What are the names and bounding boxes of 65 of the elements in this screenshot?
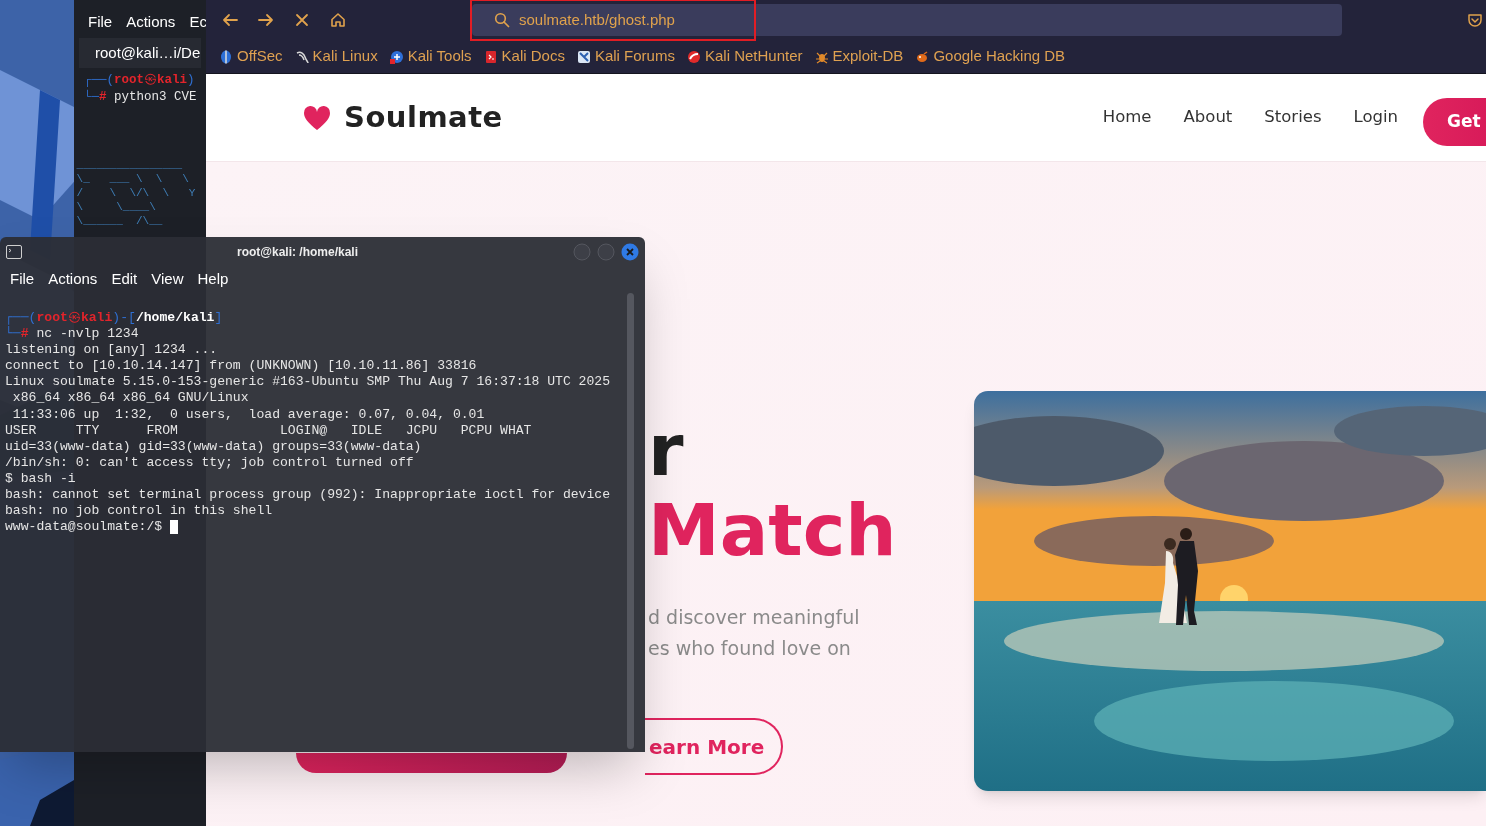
menu-item[interactable]: View bbox=[151, 267, 184, 291]
search-icon bbox=[494, 12, 510, 28]
home-icon[interactable] bbox=[329, 11, 347, 29]
menu-item[interactable]: Ec bbox=[189, 10, 206, 34]
nav-link[interactable]: Stories bbox=[1264, 105, 1322, 130]
menu-item[interactable]: Edit bbox=[111, 267, 138, 291]
bookmark-link[interactable]: Kali Docs bbox=[482, 45, 566, 68]
pocket-icon[interactable] bbox=[1467, 12, 1483, 28]
menu-item[interactable]: File bbox=[10, 267, 35, 291]
nav-link[interactable]: Login bbox=[1353, 105, 1398, 130]
terminal-line: listening on [any] 1234 ... bbox=[5, 342, 219, 359]
heart-icon bbox=[303, 104, 331, 131]
back-icon[interactable] bbox=[221, 11, 239, 29]
hero-text: d discover meaningful bbox=[648, 605, 860, 630]
bookmark-link[interactable]: Exploit-DB bbox=[813, 45, 905, 68]
hero-text: es who found love on bbox=[648, 636, 851, 661]
ascii-art-line: \_ ___ \ \ \ bbox=[75, 172, 190, 186]
terminal-line: $ bash -i bbox=[5, 470, 77, 488]
terminal-line: /bin/sh: 0: can't access tty; job control turned off bbox=[5, 454, 415, 471]
terminal-line: bash: no job control in this shell bbox=[5, 503, 274, 520]
terminal-line: Linux soulmate 5.15.0-153-generic #163-Ubuntu SMP Thu Aug 7 16:37:18 UTC 2025 bbox=[5, 374, 612, 391]
command-line: └─# nc -nvlp 1234 bbox=[5, 326, 140, 343]
ascii-art-line: / \ \/\ \ Y bbox=[75, 186, 197, 200]
ascii-art-line: \ \____\ bbox=[75, 200, 157, 214]
menu-item[interactable]: Help bbox=[197, 267, 229, 291]
menu-item[interactable]: Actions bbox=[48, 267, 98, 291]
close-icon[interactable] bbox=[621, 243, 639, 261]
terminal-line: 11:33:06 up 1:32, 0 users, load average: 0.07, 0.04, 0.01 bbox=[11, 406, 486, 423]
forward-icon[interactable] bbox=[257, 11, 275, 29]
document-icon bbox=[483, 49, 498, 64]
ascii-art-line: ________________ bbox=[75, 158, 184, 172]
circle-logo-icon bbox=[686, 49, 701, 64]
start-button[interactable] bbox=[296, 753, 567, 773]
bookmark-link[interactable]: Kali Forums bbox=[575, 45, 676, 68]
bookmark-link[interactable]: Kali Tools bbox=[388, 45, 473, 68]
window-title: root@kali: /home/kali bbox=[235, 244, 360, 261]
nav-link[interactable]: About bbox=[1183, 105, 1233, 130]
nav-link[interactable]: Home bbox=[1102, 105, 1152, 130]
hero-heading: Match bbox=[648, 490, 897, 570]
terminal-line: x86_64 x86_64 x86_64 GNU/Linux bbox=[11, 390, 250, 407]
terminal-line: connect to [10.10.14.147] from (UNKNOWN) [10.10.11.86] 33816 bbox=[5, 358, 478, 375]
terminal-line: USER TTY FROM LOGIN@ IDLE JCPU PCPU WHAT bbox=[5, 422, 533, 439]
terminal-line: bash: cannot set terminal process group (992): Inappropriate ioctl for device bbox=[5, 487, 612, 504]
terminal-icon bbox=[6, 245, 22, 259]
close-icon[interactable] bbox=[293, 11, 311, 29]
hero-heading: r bbox=[648, 410, 684, 490]
terminal-tab[interactable]: root@kali…i/De bbox=[79, 38, 201, 68]
ascii-art-line: \______ /\__ bbox=[75, 214, 164, 228]
forum-icon bbox=[576, 49, 591, 64]
bookmark-link[interactable]: Google Hacking DB bbox=[914, 45, 1067, 68]
terminal-line: uid=33(www-data) gid=33(www-data) groups=33(www-data) bbox=[5, 438, 423, 455]
bookmark-link[interactable]: Kali NetHunter bbox=[685, 45, 804, 68]
prompt-line: ┌──(root㉿kali)-[/home/kali] bbox=[5, 310, 224, 326]
globe-icon bbox=[389, 49, 404, 64]
get-started-button[interactable]: Get bbox=[1423, 97, 1486, 146]
menu-item[interactable]: File bbox=[88, 10, 113, 34]
prompt-line: ┌──(root㉿kali) bbox=[83, 72, 196, 89]
bookmark-link[interactable]: OffSec bbox=[218, 45, 284, 68]
terminal-line: www-data@soulmate:/$ bbox=[5, 519, 164, 536]
bookmark-link[interactable]: Kali Linux bbox=[293, 45, 379, 68]
brand-name[interactable]: Soulmate bbox=[344, 95, 503, 140]
scrollbar[interactable] bbox=[627, 293, 634, 749]
menu-item[interactable]: Actions bbox=[126, 10, 176, 34]
command-line: └─# python3 CVE bbox=[83, 89, 198, 106]
dragon-icon bbox=[294, 49, 309, 64]
